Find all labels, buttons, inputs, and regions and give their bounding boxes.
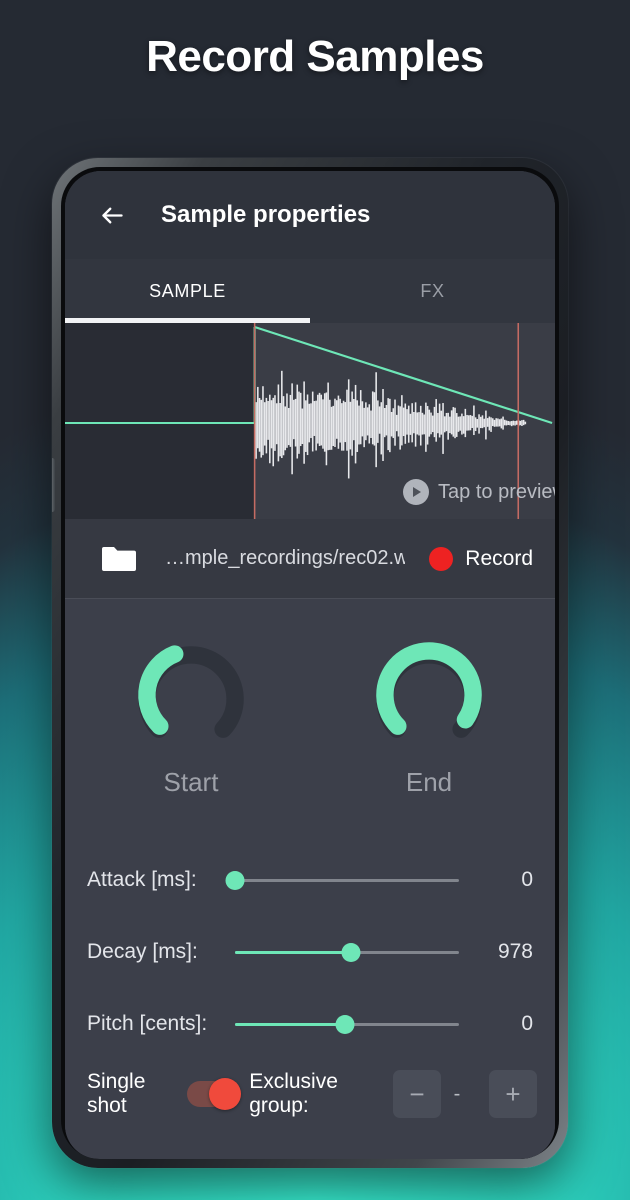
- slider-decay-track[interactable]: [235, 937, 459, 967]
- slider-decay-thumb[interactable]: [341, 942, 361, 962]
- tab-sample[interactable]: SAMPLE: [65, 259, 310, 323]
- exclusive-group-value: -: [453, 1082, 461, 1105]
- single-shot-label: Single shot: [87, 1070, 146, 1117]
- slider-pitch-track-fill: [235, 1022, 345, 1026]
- slider-pitch-label: Pitch [cents]:: [87, 1012, 208, 1035]
- knob-start-dial[interactable]: [133, 637, 249, 753]
- bottom-controls-row: Single shot Exclusive group: − - +: [65, 1070, 555, 1118]
- slider-attack-track[interactable]: [225, 865, 459, 895]
- knob-start[interactable]: Start: [125, 637, 257, 798]
- arrow-left-icon[interactable]: [89, 192, 135, 238]
- slider-decay-track-fill: [235, 950, 352, 954]
- record-button[interactable]: Record: [429, 546, 533, 571]
- exclusive-group-minus-button[interactable]: −: [393, 1070, 441, 1118]
- slider-attack-value: 0: [521, 868, 533, 891]
- file-row: …mple_recordings/rec02.wav Record: [65, 519, 555, 599]
- app-bar-title: Sample properties: [161, 201, 371, 228]
- folder-icon[interactable]: [101, 545, 137, 573]
- tap-to-preview-hint[interactable]: Tap to preview: [403, 479, 555, 505]
- slider-attack-label: Attack [ms]:: [87, 868, 197, 891]
- knob-end-dial[interactable]: [371, 637, 487, 753]
- knob-row: Start End: [65, 599, 555, 798]
- file-path-label[interactable]: …mple_recordings/rec02.wav: [165, 547, 405, 570]
- tab-bar: SAMPLE FX: [65, 259, 555, 323]
- app-bar: Sample properties: [65, 171, 555, 259]
- phone-side-button[interactable]: [52, 458, 55, 512]
- tab-fx[interactable]: FX: [310, 259, 555, 323]
- record-dot-icon: [429, 546, 454, 571]
- slider-decay-label: Decay [ms]:: [87, 940, 198, 963]
- slider-pitch[interactable]: Pitch [cents]: 0: [65, 988, 555, 1060]
- slider-attack-thumb[interactable]: [225, 870, 245, 890]
- slider-attack[interactable]: Attack [ms]: 0: [65, 844, 555, 916]
- slider-attack-track-bg: [235, 878, 459, 882]
- slider-pitch-track[interactable]: [235, 1009, 459, 1039]
- exclusive-group-label: Exclusive group:: [249, 1070, 338, 1117]
- knob-start-label: Start: [163, 767, 219, 797]
- slider-decay-value: 978: [497, 940, 533, 963]
- page-title: Record Samples: [146, 32, 484, 81]
- phone-bezel: Sample properties SAMPLE FX Tap to previ…: [61, 167, 559, 1159]
- knob-end-label: End: [405, 767, 453, 797]
- phone-mockup: Sample properties SAMPLE FX Tap to previ…: [52, 158, 568, 1168]
- play-circle-icon: [403, 479, 430, 505]
- record-button-label: Record: [465, 546, 533, 570]
- slider-pitch-value: 0: [521, 1012, 533, 1035]
- slider-group: Attack [ms]: 0 Decay [ms]: 978 Pitch [ce…: [65, 844, 555, 1060]
- waveform-view[interactable]: Tap to preview: [65, 323, 555, 519]
- tap-to-preview-label: Tap to preview: [438, 480, 555, 503]
- single-shot-toggle-knob: [209, 1078, 242, 1110]
- single-shot-toggle[interactable]: [187, 1078, 242, 1110]
- slider-decay[interactable]: Decay [ms]: 978: [65, 916, 555, 988]
- slider-pitch-thumb[interactable]: [335, 1014, 355, 1034]
- exclusive-group-plus-button[interactable]: +: [489, 1070, 537, 1118]
- sample-settings-body: Start End Attack [ms]: 0 Decay [ms]: 978…: [65, 599, 555, 1158]
- knob-end[interactable]: End: [363, 637, 495, 798]
- phone-screen: Sample properties SAMPLE FX Tap to previ…: [65, 171, 555, 1159]
